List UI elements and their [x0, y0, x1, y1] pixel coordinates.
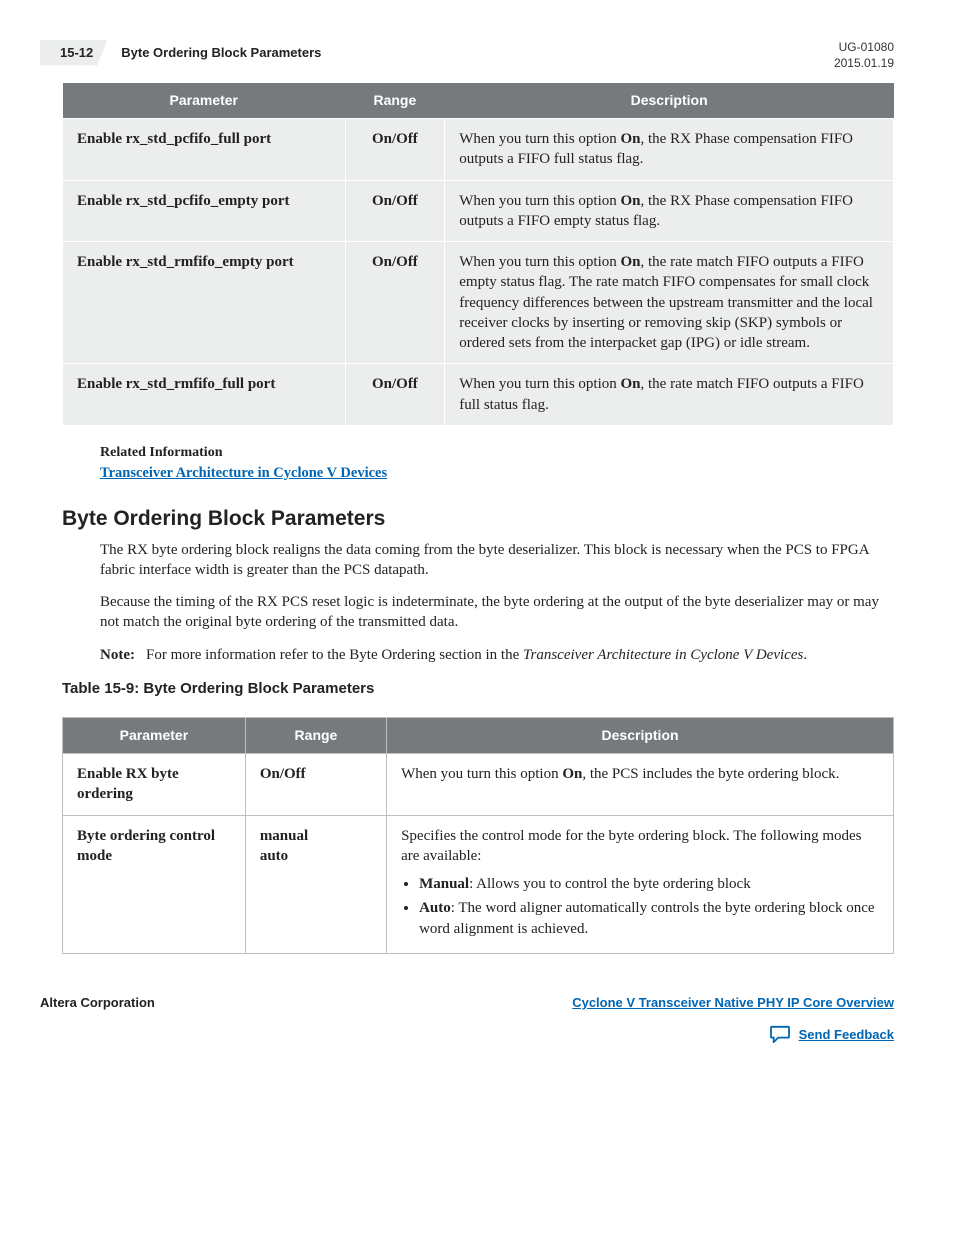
col-description: Description — [387, 718, 894, 754]
desc-cell: When you turn this option On, the rate m… — [445, 242, 894, 364]
range-cell: On/Off — [245, 754, 386, 816]
col-range: Range — [245, 718, 386, 754]
table-row: Enable rx_std_pcfifo_empty port On/Off W… — [63, 180, 894, 242]
range-cell: On/Off — [345, 119, 445, 181]
table-row: Enable rx_std_rmfifo_empty port On/Off W… — [63, 242, 894, 364]
list-item: Manual: Allows you to control the byte o… — [419, 874, 879, 894]
list-item: Auto: The word aligner automatically con… — [419, 898, 879, 939]
paragraph: The RX byte ordering block realigns the … — [100, 540, 894, 581]
range-cell: On/Off — [345, 180, 445, 242]
range-cell: manual auto — [245, 815, 386, 953]
doc-date: 2015.01.19 — [834, 56, 894, 72]
footer-company: Altera Corporation — [40, 994, 155, 1012]
table-row: Enable rx_std_rmfifo_full port On/Off Wh… — [63, 364, 894, 426]
page-footer: Altera Corporation Cyclone V Transceiver… — [40, 994, 894, 1044]
parameters-table-1: Parameter Range Description Enable rx_st… — [62, 83, 894, 426]
parameters-table-2: Parameter Range Description Enable RX by… — [62, 717, 894, 954]
desc-list: Manual: Allows you to control the byte o… — [401, 874, 879, 939]
desc-cell: When you turn this option On, the PCS in… — [387, 754, 894, 816]
table-row: Enable RX byte ordering On/Off When you … — [63, 754, 894, 816]
table-header-row: Parameter Range Description — [63, 83, 894, 118]
col-range: Range — [345, 83, 445, 118]
col-parameter: Parameter — [63, 718, 246, 754]
related-link[interactable]: Transceiver Architecture in Cyclone V De… — [100, 465, 387, 481]
table-caption: Table 15-9: Byte Ordering Block Paramete… — [62, 679, 894, 699]
col-parameter: Parameter — [63, 83, 346, 118]
feedback-row: Send Feedback — [572, 1025, 894, 1043]
desc-cell: When you turn this option On, the RX Pha… — [445, 119, 894, 181]
param-cell: Enable rx_std_pcfifo_empty port — [63, 180, 346, 242]
range-cell: On/Off — [345, 364, 445, 426]
desc-cell: Specifies the control mode for the byte … — [387, 815, 894, 953]
section-heading: Byte Ordering Block Parameters — [62, 505, 894, 533]
note-label: Note: — [100, 645, 146, 665]
param-cell: Enable rx_std_rmfifo_empty port — [63, 242, 346, 364]
related-info: Related Information Transceiver Architec… — [100, 444, 894, 483]
param-cell: Enable rx_std_rmfifo_full port — [63, 364, 346, 426]
page-tag: 15-12 Byte Ordering Block Parameters — [40, 40, 321, 66]
page-number: 15-12 — [40, 40, 107, 66]
note: Note: For more information refer to the … — [100, 645, 894, 665]
range-cell: On/Off — [345, 242, 445, 364]
send-feedback-link[interactable]: Send Feedback — [799, 1026, 894, 1044]
page-header: 15-12 Byte Ordering Block Parameters UG-… — [40, 40, 894, 71]
paragraph: Because the timing of the RX PCS reset l… — [100, 592, 894, 633]
table-row: Byte ordering control mode manual auto S… — [63, 815, 894, 953]
desc-cell: When you turn this option On, the rate m… — [445, 364, 894, 426]
footer-doc-link[interactable]: Cyclone V Transceiver Native PHY IP Core… — [572, 995, 894, 1010]
desc-cell: When you turn this option On, the RX Pha… — [445, 180, 894, 242]
param-cell: Enable RX byte ordering — [63, 754, 246, 816]
note-text: For more information refer to the Byte O… — [146, 645, 807, 665]
col-description: Description — [445, 83, 894, 118]
comment-icon — [769, 1025, 791, 1043]
doc-id-block: UG-01080 2015.01.19 — [834, 40, 894, 71]
param-cell: Byte ordering control mode — [63, 815, 246, 953]
table-row: Enable rx_std_pcfifo_full port On/Off Wh… — [63, 119, 894, 181]
table-header-row: Parameter Range Description — [63, 718, 894, 754]
doc-id: UG-01080 — [834, 40, 894, 56]
footer-right: Cyclone V Transceiver Native PHY IP Core… — [572, 994, 894, 1044]
related-label: Related Information — [100, 444, 894, 463]
header-title: Byte Ordering Block Parameters — [121, 44, 321, 62]
param-cell: Enable rx_std_pcfifo_full port — [63, 119, 346, 181]
